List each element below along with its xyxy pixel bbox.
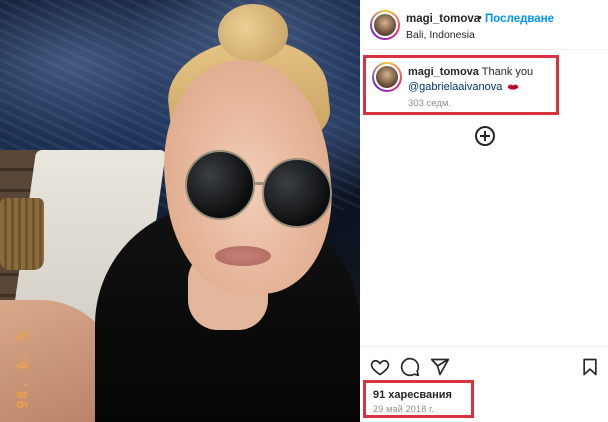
post-date[interactable]: 29 май 2018 г. [373, 404, 434, 414]
heart-icon[interactable] [370, 357, 390, 377]
wicker-basket [0, 198, 44, 270]
header-separator: • [478, 12, 482, 24]
post-sidebar: magi_tomova • Последване Bali, Indonesia… [360, 0, 608, 422]
load-more-comments-button[interactable] [475, 126, 495, 146]
avatar[interactable] [370, 10, 400, 40]
header-username[interactable]: magi_tomova [406, 13, 480, 25]
action-bar [360, 346, 608, 377]
sunglasses-bridge [253, 182, 265, 185]
date-stamp: 98. 6. 5 [16, 330, 31, 409]
comment-avatar[interactable] [372, 62, 402, 92]
post-header: magi_tomova • Последване Bali, Indonesia [360, 0, 608, 50]
comment-username[interactable]: magi_tomova [408, 66, 479, 78]
post-photo[interactable]: 98. 6. 5 [0, 0, 360, 422]
comment-text: magi_tomova Thank you @gabrielaaivanova [408, 65, 558, 95]
sunglasses-lens-left [185, 150, 255, 220]
lips-icon [507, 84, 519, 90]
share-icon[interactable] [430, 357, 450, 377]
comment-mention[interactable]: @gabrielaaivanova [408, 81, 502, 93]
comment-icon[interactable] [400, 357, 420, 377]
lips [215, 246, 271, 266]
follow-button[interactable]: Последване [485, 13, 554, 25]
sunglasses-lens-right [262, 158, 332, 228]
highlighted-comment: magi_tomova Thank you @gabrielaaivanova … [363, 55, 559, 115]
post-location[interactable]: Bali, Indonesia [406, 29, 475, 41]
likes-count[interactable]: 91 харесвания [373, 389, 452, 401]
bookmark-icon[interactable] [580, 357, 600, 377]
comment-timestamp[interactable]: 303 седм. [408, 98, 451, 109]
likes-and-date: 91 харесвания 29 май 2018 г. [363, 380, 474, 418]
hair-bun [218, 4, 288, 62]
comment-body: Thank you [481, 66, 534, 78]
